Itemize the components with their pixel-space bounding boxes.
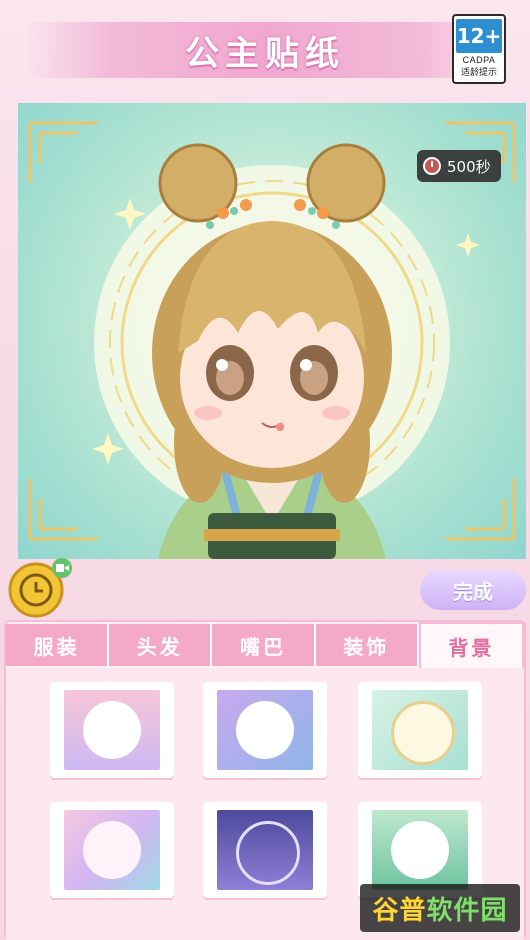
bg-purple-blue-thumb	[217, 690, 313, 770]
age-rating-caption: 适龄提示	[460, 68, 497, 78]
age-rating-org: CADPA	[462, 55, 496, 65]
timer-display: 500秒	[417, 150, 501, 182]
watermark-text-a: 谷普	[372, 895, 427, 926]
age-rating-badge: 12+ CADPA 适龄提示	[452, 14, 506, 84]
bg-magic-circle-thumb	[217, 810, 313, 890]
bg-pink-curtain-thumb	[64, 690, 160, 770]
tab-clothes[interactable]: 服装	[6, 624, 110, 666]
coin-video-button[interactable]	[8, 556, 72, 620]
frame-circle	[236, 821, 300, 885]
category-tabs: 服装 头发 嘴巴 装饰 背景	[6, 622, 525, 668]
done-button[interactable]: 完成	[420, 570, 526, 610]
bg-pink-scallop-thumb	[64, 810, 160, 890]
page-title: 公主贴纸	[185, 33, 345, 74]
background-option-4[interactable]	[50, 802, 174, 898]
watermark-text-b: 软件园	[426, 895, 508, 926]
frame-circle	[236, 701, 294, 759]
background-option-2[interactable]	[203, 682, 327, 778]
bg-mint-lace-thumb	[372, 690, 468, 770]
age-rating-number: 12+	[456, 19, 502, 53]
frame-circle	[391, 701, 455, 765]
clock-icon	[423, 157, 441, 175]
background-option-5[interactable]	[203, 802, 327, 898]
timer-text: 500秒	[447, 157, 491, 176]
frame-circle	[83, 701, 141, 759]
tab-hair[interactable]: 头发	[109, 624, 213, 666]
tab-accessories[interactable]: 装饰	[315, 624, 419, 666]
background-option-3[interactable]	[358, 682, 482, 778]
frame-circle	[391, 821, 449, 879]
bg-green-stage-thumb	[372, 810, 468, 890]
background-option-1[interactable]	[50, 682, 174, 778]
frame-circle	[83, 821, 141, 879]
tab-mouth[interactable]: 嘴巴	[212, 624, 316, 666]
coin-clock-icon	[8, 558, 72, 618]
site-watermark: 谷普 软件园	[360, 884, 520, 932]
title-bar: 公主贴纸	[25, 22, 505, 78]
tab-background[interactable]: 背景	[418, 622, 525, 668]
